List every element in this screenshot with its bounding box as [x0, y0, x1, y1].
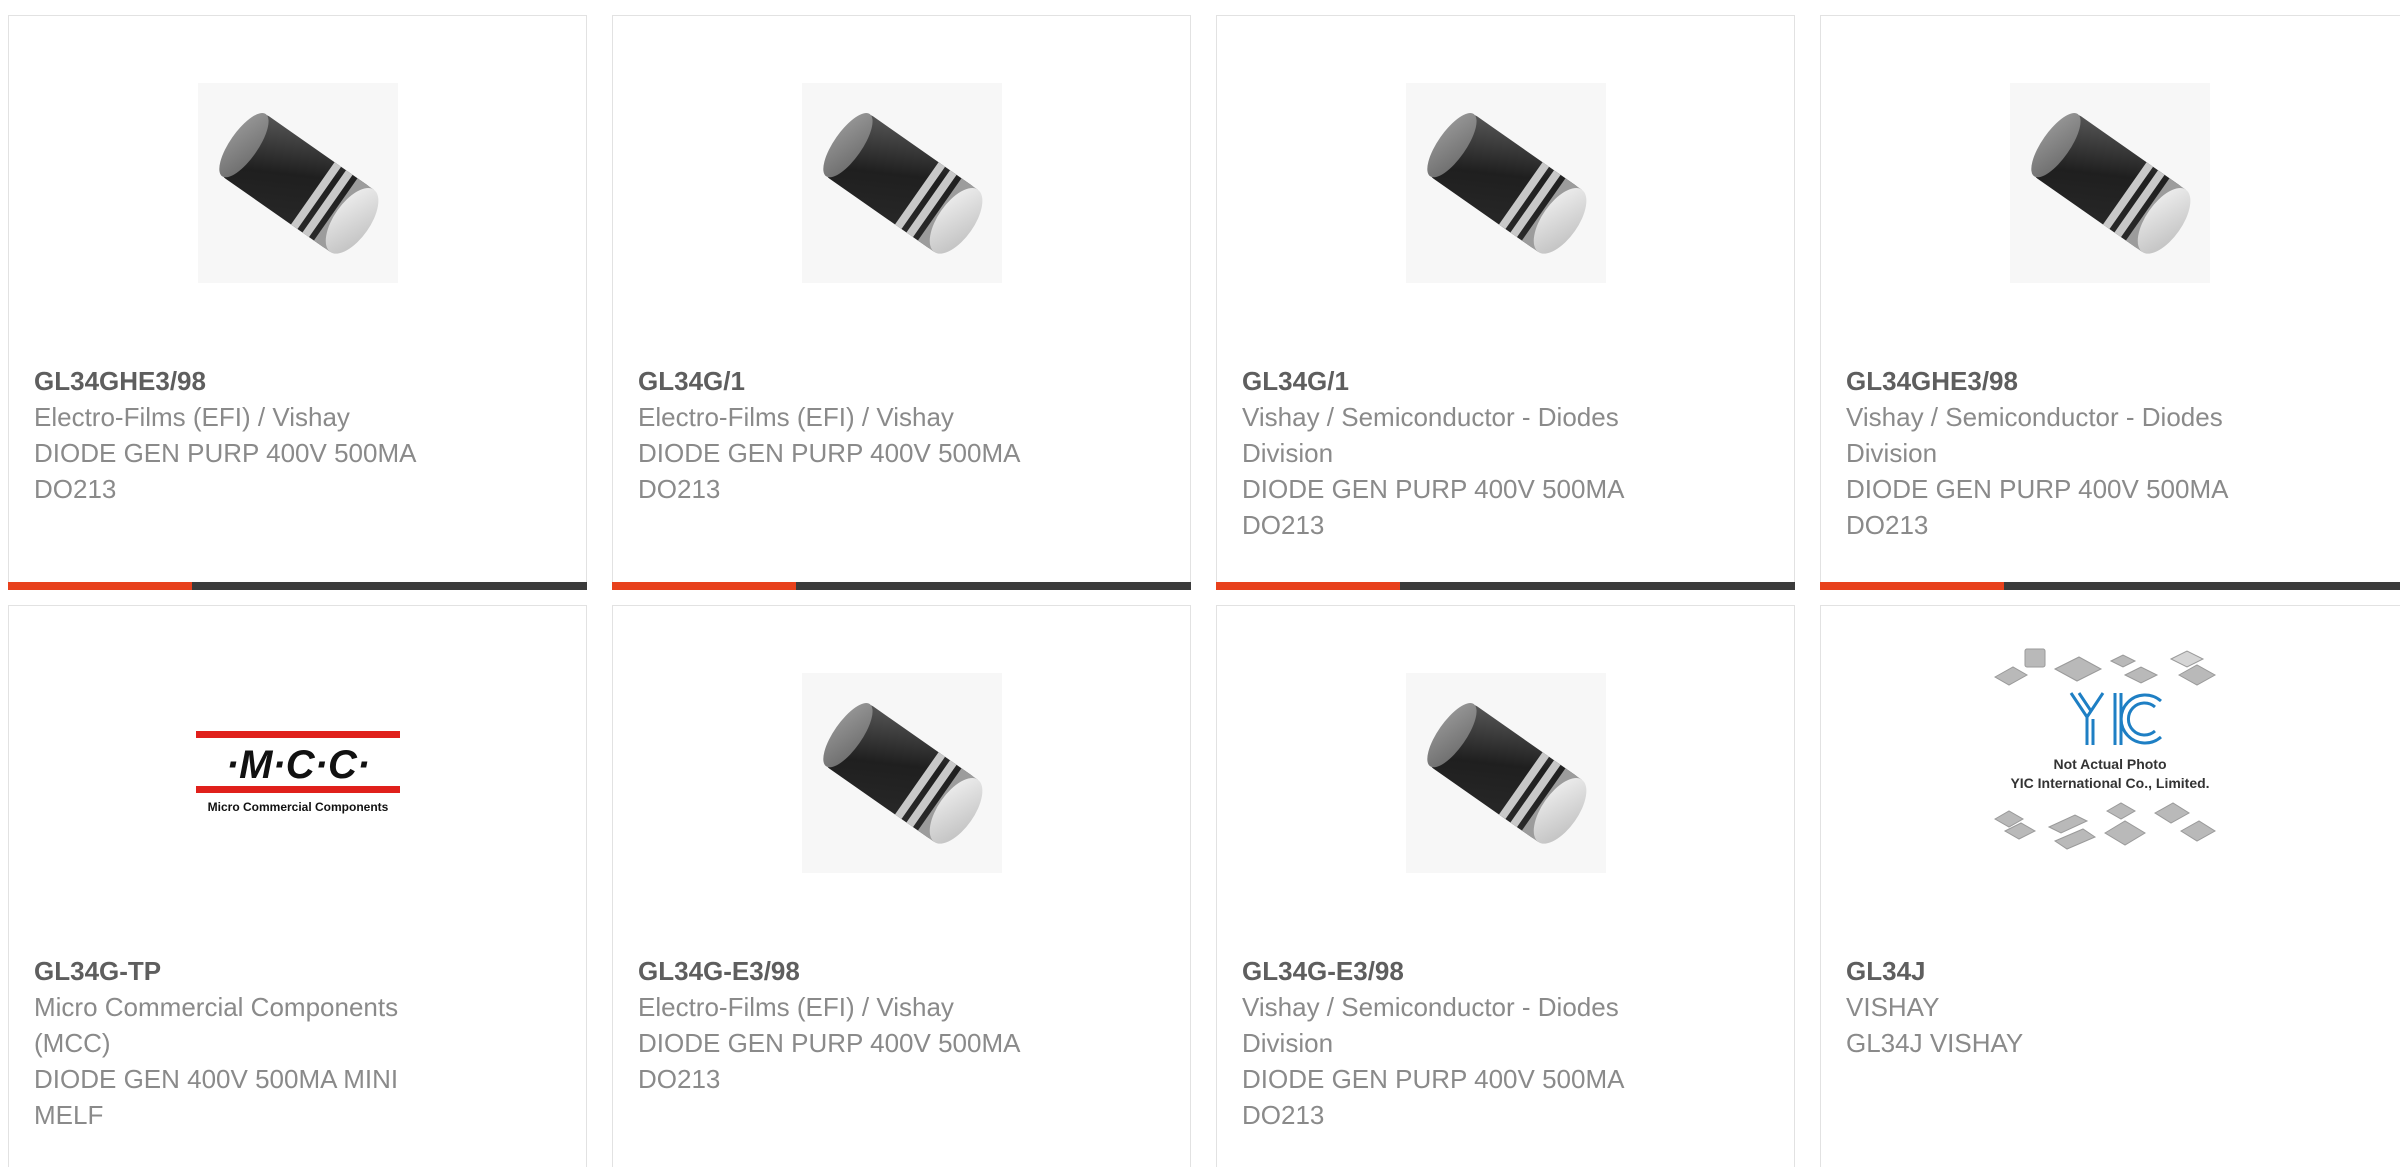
- product-description: DIODE GEN 400V 500MA MINI MELF: [34, 1064, 399, 1130]
- product-description: DIODE GEN PURP 400V 500MA DO213: [34, 438, 416, 504]
- product-image[interactable]: [1821, 68, 2399, 298]
- product-card[interactable]: GL34G/1 Electro-Films (EFI) / Vishay DIO…: [612, 15, 1191, 590]
- product-info: GL34J VISHAY GL34J VISHAY: [1846, 953, 2316, 1061]
- product-card[interactable]: GL34G/1 Vishay / Semiconductor - Diodes …: [1216, 15, 1795, 590]
- product-info: GL34GHE3/98 Vishay / Semiconductor - Dio…: [1846, 363, 2316, 543]
- manufacturer-name: Electro-Films (EFI) / Vishay: [638, 402, 954, 432]
- product-image[interactable]: ·M·C·C· Micro Commercial Components: [9, 658, 586, 888]
- product-image[interactable]: Not Actual Photo YIC International Co., …: [1821, 648, 2399, 881]
- manufacturer-name: Vishay / Semiconductor - Diodes Division: [1242, 992, 1619, 1058]
- product-card[interactable]: Not Actual Photo YIC International Co., …: [1820, 605, 2400, 1167]
- product-image[interactable]: [613, 658, 1190, 888]
- diode-melf-icon: [197, 83, 398, 283]
- diode-melf-icon: [801, 673, 1002, 873]
- card-accent-bar: [1820, 582, 2400, 590]
- diode-melf-icon: [801, 83, 1002, 283]
- yic-placeholder-image: Not Actual Photo YIC International Co., …: [1993, 648, 2217, 850]
- product-description: DIODE GEN PURP 400V 500MA DO213: [638, 1028, 1020, 1094]
- product-info: GL34G-E3/98 Vishay / Semiconductor - Dio…: [1242, 953, 1712, 1133]
- part-number-link[interactable]: GL34G/1: [638, 363, 1108, 399]
- card-accent-bar: [8, 582, 587, 590]
- product-description: DIODE GEN PURP 400V 500MA DO213: [638, 438, 1020, 504]
- diode-melf-icon: [2010, 83, 2210, 283]
- product-image[interactable]: [613, 68, 1190, 298]
- product-image[interactable]: [1217, 658, 1794, 888]
- accent-segment: [8, 582, 192, 590]
- manufacturer-name: VISHAY: [1846, 992, 1940, 1022]
- diode-melf-icon: [1405, 673, 1606, 873]
- product-image[interactable]: [9, 68, 586, 298]
- card-accent-bar: [612, 582, 1191, 590]
- part-number-link[interactable]: GL34G-E3/98: [638, 953, 1108, 989]
- product-info: GL34G/1 Vishay / Semiconductor - Diodes …: [1242, 363, 1712, 543]
- product-description: GL34J VISHAY: [1846, 1028, 2024, 1058]
- manufacturer-name: Electro-Films (EFI) / Vishay: [638, 992, 954, 1022]
- yic-logo-icon: [2069, 692, 2162, 745]
- manufacturer-name: Electro-Films (EFI) / Vishay: [34, 402, 350, 432]
- product-info: GL34G-E3/98 Electro-Films (EFI) / Vishay…: [638, 953, 1108, 1097]
- product-description: DIODE GEN PURP 400V 500MA DO213: [1242, 474, 1624, 540]
- part-number-link[interactable]: GL34J: [1846, 953, 2316, 989]
- product-info: GL34G/1 Electro-Films (EFI) / Vishay DIO…: [638, 363, 1108, 507]
- part-number-link[interactable]: GL34G/1: [1242, 363, 1712, 399]
- manufacturer-name: Vishay / Semiconductor - Diodes Division: [1846, 402, 2223, 468]
- manufacturer-name: Micro Commercial Components (MCC): [34, 992, 399, 1058]
- manufacturer-name: Vishay / Semiconductor - Diodes Division: [1242, 402, 1619, 468]
- card-accent-bar: [1216, 582, 1795, 590]
- yic-company-text: YIC International Co., Limited.: [2010, 775, 2209, 791]
- part-number-link[interactable]: GL34G-TP: [34, 953, 504, 989]
- accent-segment: [612, 582, 796, 590]
- product-description: DIODE GEN PURP 400V 500MA DO213: [1242, 1064, 1624, 1130]
- product-info: GL34G-TP Micro Commercial Components (MC…: [34, 953, 504, 1133]
- product-card[interactable]: GL34GHE3/98 Electro-Films (EFI) / Vishay…: [8, 15, 587, 590]
- accent-segment: [1216, 582, 1400, 590]
- product-grid: GL34GHE3/98 Electro-Films (EFI) / Vishay…: [0, 0, 2400, 1167]
- product-card[interactable]: GL34GHE3/98 Vishay / Semiconductor - Dio…: [1820, 15, 2400, 590]
- product-card[interactable]: GL34G-E3/98 Electro-Films (EFI) / Vishay…: [612, 605, 1191, 1167]
- product-card[interactable]: GL34G-E3/98 Vishay / Semiconductor - Dio…: [1216, 605, 1795, 1167]
- mcc-logo-text: ·M·C·C·: [225, 743, 369, 787]
- mcc-logo: ·M·C·C· Micro Commercial Components: [195, 731, 400, 814]
- product-description: DIODE GEN PURP 400V 500MA DO213: [1846, 474, 2228, 540]
- part-number-link[interactable]: GL34G-E3/98: [1242, 953, 1712, 989]
- diode-melf-icon: [1405, 83, 1606, 283]
- product-image[interactable]: [1217, 68, 1794, 298]
- product-card[interactable]: ·M·C·C· Micro Commercial Components GL34…: [8, 605, 587, 1167]
- part-number-link[interactable]: GL34GHE3/98: [34, 363, 504, 399]
- mcc-logo-subtext: Micro Commercial Components: [207, 800, 388, 814]
- part-number-link[interactable]: GL34GHE3/98: [1846, 363, 2316, 399]
- product-info: GL34GHE3/98 Electro-Films (EFI) / Vishay…: [34, 363, 504, 507]
- not-actual-photo-text: Not Actual Photo: [2053, 756, 2166, 772]
- accent-segment: [1820, 582, 2004, 590]
